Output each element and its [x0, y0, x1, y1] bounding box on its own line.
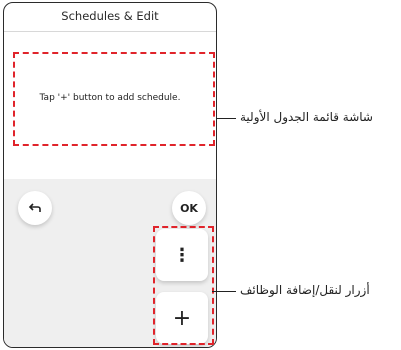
more-vertical-icon: ⋮: [173, 244, 191, 266]
canvas: Schedules & Edit Tap '+' button to add s…: [0, 0, 401, 350]
callout-function-buttons: أزرار لنقل/إضافة الوظائف: [240, 283, 370, 297]
more-options-button[interactable]: ⋮: [156, 229, 208, 281]
callout-initial-screen: شاشة قائمة الجدول الأولية: [240, 110, 373, 124]
bottom-control-panel: OK ⋮ +: [4, 179, 216, 347]
plus-icon: +: [172, 305, 192, 331]
page-title: Schedules & Edit: [4, 3, 216, 32]
callout-line-initial: [216, 118, 236, 119]
empty-schedule-message: Tap '+' button to add schedule.: [39, 93, 181, 103]
ok-button[interactable]: OK: [172, 191, 206, 225]
add-schedule-button[interactable]: +: [156, 292, 208, 344]
phone-screen: Schedules & Edit Tap '+' button to add s…: [3, 2, 217, 348]
callout-line-buttons: [212, 291, 236, 292]
back-button[interactable]: [18, 191, 52, 225]
back-arrow-icon: [27, 199, 43, 218]
